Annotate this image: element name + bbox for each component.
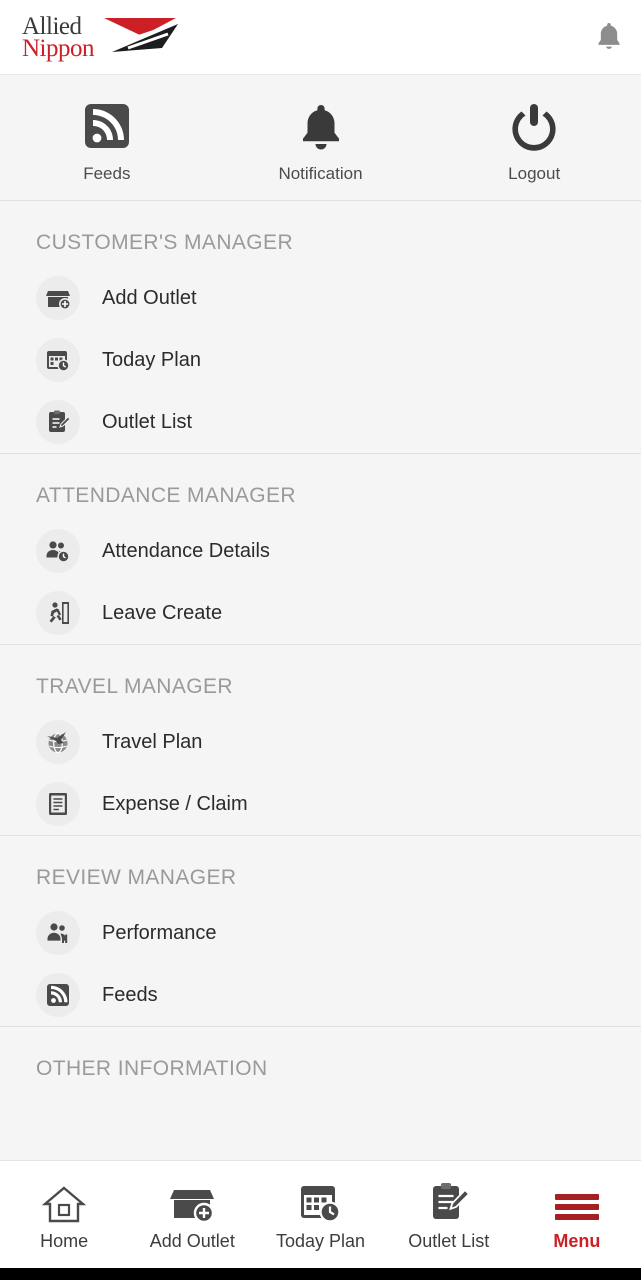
section-customers-manager: CUSTOMER'S MANAGER Add Outlet Today Plan… [0, 201, 641, 453]
menu-item-add-outlet[interactable]: Add Outlet [0, 267, 641, 329]
calendar-clock-icon [298, 1177, 344, 1225]
menu-item-label: Feeds [102, 983, 158, 1006]
brand-swoosh-icon [104, 18, 178, 52]
nav-item-outlet-list[interactable]: Outlet List [385, 1161, 513, 1268]
nav-item-label: Outlet List [408, 1231, 490, 1251]
section-travel-manager: TRAVEL MANAGER Travel Plan Expense / Cla… [0, 644, 641, 835]
rss-feed-icon [36, 973, 80, 1017]
nav-item-label: Home [40, 1231, 89, 1251]
menu-item-performance[interactable]: Performance [0, 902, 641, 964]
menu-item-label: Outlet List [102, 410, 193, 433]
nav-item-label: Menu [553, 1231, 601, 1251]
top-bar: Allied Nippon [0, 0, 641, 75]
menu-item-label: Add Outlet [102, 286, 197, 309]
power-icon [508, 97, 560, 155]
running-exit-icon [36, 591, 80, 635]
rss-feed-icon [81, 97, 133, 155]
menu-item-label: Attendance Details [102, 539, 270, 562]
store-add-icon [169, 1177, 215, 1225]
section-review-manager: REVIEW MANAGER Performance Feeds [0, 835, 641, 1026]
brand-logo-text: Allied Nippon [22, 14, 95, 62]
nav-item-home[interactable]: Home [0, 1161, 128, 1268]
store-add-icon [36, 276, 80, 320]
nav-item-label: Today Plan [275, 1231, 366, 1251]
nav-item-add-outlet[interactable]: Add Outlet [128, 1161, 256, 1268]
quick-action-notification[interactable]: Notification [214, 97, 428, 184]
clipboard-edit-icon [427, 1177, 471, 1225]
nav-item-menu[interactable]: Menu [513, 1161, 641, 1268]
section-attendance-manager: ATTENDANCE MANAGER Attendance Details Le… [0, 453, 641, 644]
menu-item-leave-create[interactable]: Leave Create [0, 582, 641, 644]
section-title: ATTENDANCE MANAGER [36, 484, 296, 507]
quick-actions-bar: Feeds Notification Logout [0, 75, 641, 201]
people-clock-icon [36, 529, 80, 573]
menu-item-outlet-list[interactable]: Outlet List [0, 391, 641, 453]
travel-globe-icon [36, 720, 80, 764]
receipt-icon [36, 782, 80, 826]
bell-icon[interactable] [595, 20, 623, 54]
brand-name-line2: Nippon [22, 34, 95, 62]
quick-action-label: Notification [278, 164, 363, 183]
section-title: CUSTOMER'S MANAGER [36, 231, 294, 254]
bottom-navigation: Home Add Outlet Today Plan Outlet List M… [0, 1160, 641, 1268]
nav-item-today-plan[interactable]: Today Plan [256, 1161, 384, 1268]
home-icon [42, 1177, 87, 1225]
quick-action-label: Feeds [83, 164, 131, 183]
brand-logo: Allied Nippon [22, 12, 182, 62]
hamburger-icon [549, 1177, 605, 1225]
clipboard-edit-icon [36, 400, 80, 444]
menu-item-travel-plan[interactable]: Travel Plan [0, 711, 641, 773]
menu-item-today-plan[interactable]: Today Plan [0, 329, 641, 391]
app-screen: Allied Nippon Feeds Notification Logout … [0, 0, 641, 1280]
menu-item-label: Leave Create [102, 601, 223, 624]
nav-item-label: Add Outlet [149, 1231, 235, 1251]
menu-item-attendance-details[interactable]: Attendance Details [0, 520, 641, 582]
section-other-information: OTHER INFORMATION [0, 1026, 641, 1093]
menu-item-label: Today Plan [102, 348, 201, 371]
menu-item-feeds[interactable]: Feeds [0, 964, 641, 1026]
menu-list[interactable]: CUSTOMER'S MANAGER Add Outlet Today Plan… [0, 201, 641, 1280]
menu-item-label: Performance [102, 921, 217, 944]
bell-icon [295, 97, 347, 155]
quick-action-label: Logout [508, 164, 561, 183]
people-chart-icon [36, 911, 80, 955]
menu-item-label: Travel Plan [102, 730, 203, 753]
menu-item-label: Expense / Claim [102, 792, 248, 815]
menu-item-expense-claim[interactable]: Expense / Claim [0, 773, 641, 835]
quick-action-feeds[interactable]: Feeds [0, 97, 214, 184]
quick-action-logout[interactable]: Logout [427, 97, 641, 184]
calendar-clock-icon [36, 338, 80, 382]
section-title: OTHER INFORMATION [36, 1057, 268, 1080]
section-title: REVIEW MANAGER [36, 866, 237, 889]
home-indicator [0, 1268, 641, 1280]
section-title: TRAVEL MANAGER [36, 675, 233, 698]
